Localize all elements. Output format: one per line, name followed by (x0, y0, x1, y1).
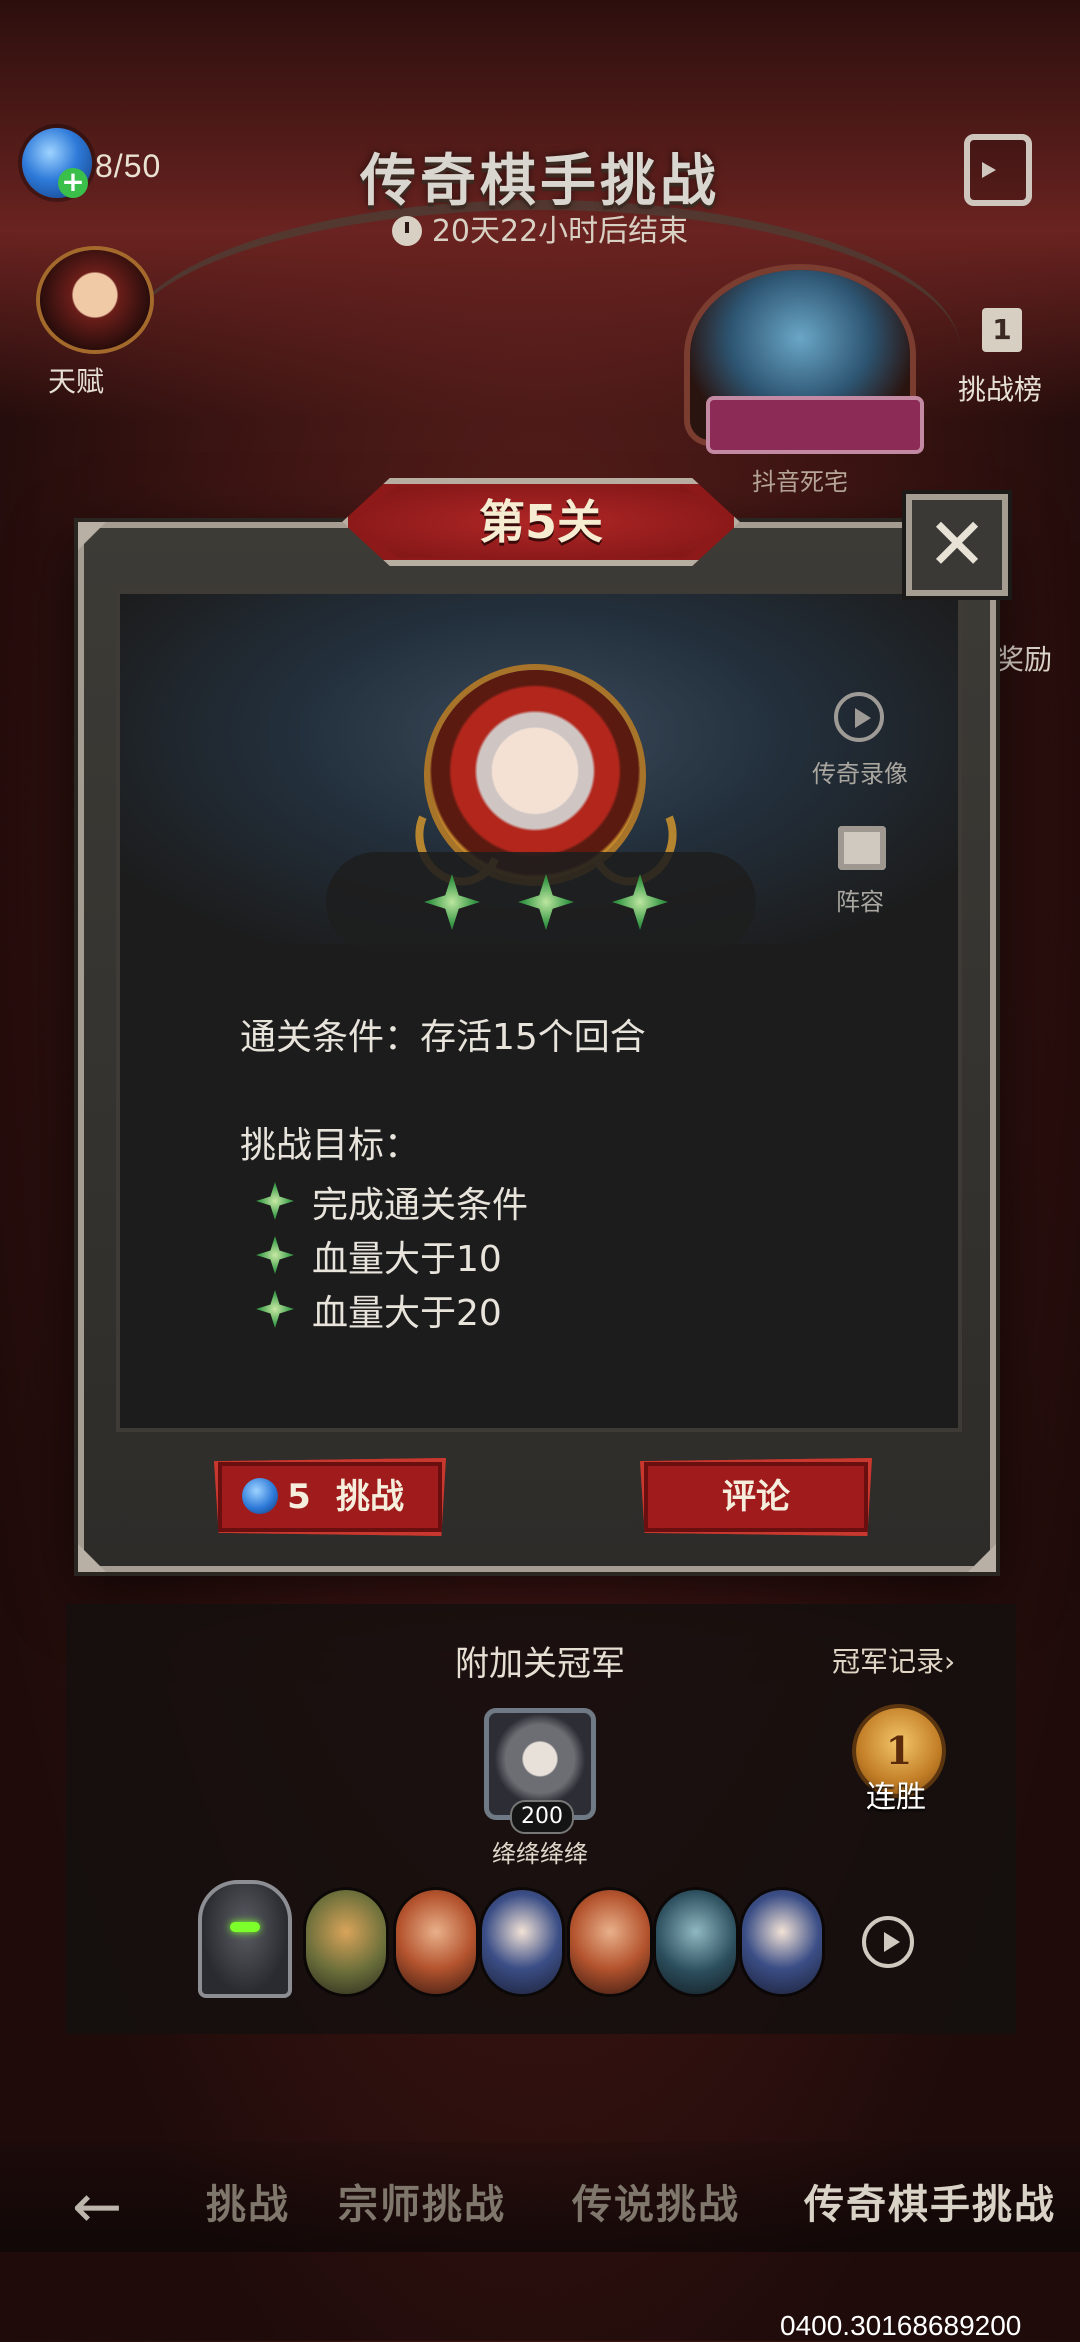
page-title: 传奇棋手挑战 (360, 149, 720, 214)
challenge-label: 挑战 (336, 1477, 404, 1517)
talent-avatar[interactable] (40, 250, 150, 350)
boss-star-banner (706, 396, 924, 454)
tab-legend-challenge[interactable]: 传说挑战 (572, 2172, 740, 2230)
clock-icon (391, 216, 422, 246)
reward-label[interactable]: 奖励 (996, 638, 1052, 678)
unit-portrait[interactable] (656, 1890, 736, 1994)
lineup-label[interactable]: 阵容 (836, 882, 884, 917)
close-icon[interactable]: ✕ (906, 494, 1008, 596)
champion-record-link[interactable]: 冠军记录› (832, 1640, 955, 1680)
unit-portrait[interactable] (742, 1890, 822, 1994)
event-timer: 20天22小时后结束 (0, 206, 1080, 250)
goal-item: 血量大于10 (312, 1239, 502, 1280)
replay-icon[interactable] (834, 692, 884, 742)
unit-portrait[interactable] (570, 1890, 650, 1994)
exit-icon[interactable] (964, 134, 1032, 206)
champion-level-badge: 200 (510, 1800, 574, 1834)
back-arrow-icon[interactable]: ← (72, 2172, 122, 2242)
goal-item: 完成通关条件 (312, 1185, 529, 1226)
timer-text: 20天22小时后结束 (431, 214, 689, 249)
clear-condition: 通关条件：存活15个回合 (240, 1017, 646, 1058)
lineup-icon[interactable] (838, 826, 886, 870)
watermark-text: 0400.30168689200 (780, 2310, 1022, 2341)
stage-title: 第5关 (478, 495, 603, 549)
unit-portrait[interactable] (482, 1890, 562, 1994)
unit-portrait[interactable] (306, 1890, 386, 1994)
legend-replay-label[interactable]: 传奇录像 (812, 754, 908, 789)
replay-icon[interactable] (862, 1916, 914, 1968)
talent-label: 天赋 (48, 365, 105, 398)
energy-pawn-icon (242, 1478, 278, 1514)
unit-portrait[interactable] (396, 1890, 476, 1994)
boss-name: 抖音死宅 (752, 468, 848, 496)
leaderboard-label[interactable]: 挑战榜 (958, 368, 1042, 408)
challenge-cost: 5 (287, 1477, 311, 1517)
goal-title: 挑战目标： (240, 1125, 421, 1166)
champion-name: 绛绛绛绛 (492, 1840, 588, 1868)
tab-grandmaster-challenge[interactable]: 宗师挑战 (338, 2172, 506, 2230)
win-streak-label: 连胜 (866, 1780, 926, 1815)
boss-unit-slot[interactable] (198, 1880, 292, 1998)
tab-challenge[interactable]: 挑战 (206, 2172, 290, 2230)
goal-item: 血量大于20 (312, 1293, 502, 1334)
comment-label: 评论 (722, 1477, 790, 1517)
leaderboard-icon[interactable]: 1 (982, 308, 1022, 352)
tab-legendary-player-challenge[interactable]: 传奇棋手挑战 (804, 2172, 1056, 2230)
